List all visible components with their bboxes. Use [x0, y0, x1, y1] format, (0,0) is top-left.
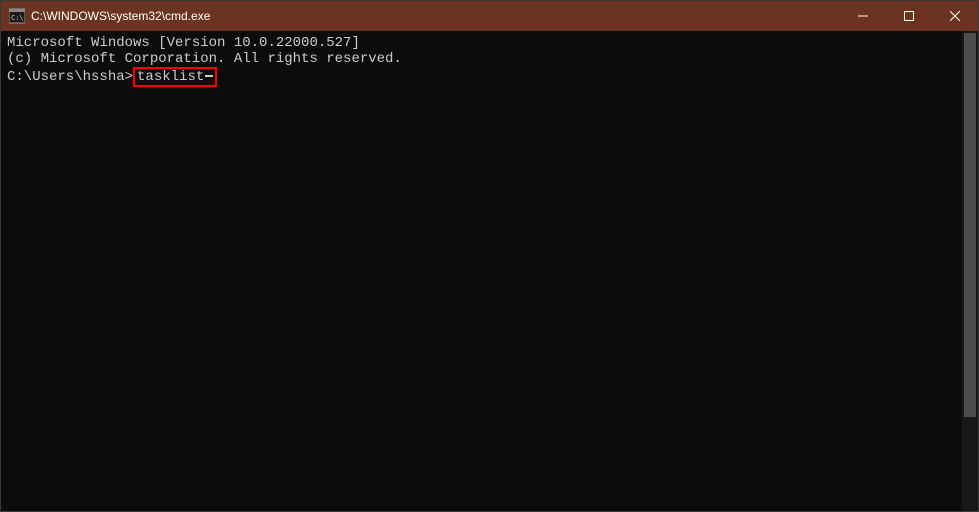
cursor — [205, 75, 213, 77]
cmd-window: C:\ C:\WINDOWS\system32\cmd.exe — [0, 0, 979, 512]
titlebar[interactable]: C:\ C:\WINDOWS\system32\cmd.exe — [1, 1, 978, 31]
window-title: C:\WINDOWS\system32\cmd.exe — [31, 9, 840, 23]
scrollbar[interactable] — [962, 31, 978, 511]
version-line: Microsoft Windows [Version 10.0.22000.52… — [7, 35, 972, 51]
cmd-icon: C:\ — [9, 8, 25, 24]
copyright-line: (c) Microsoft Corporation. All rights re… — [7, 51, 972, 67]
window-controls — [840, 1, 978, 31]
svg-text:C:\: C:\ — [11, 14, 24, 22]
scrollbar-thumb[interactable] — [964, 33, 976, 417]
minimize-button[interactable] — [840, 1, 886, 31]
prompt-line: C:\Users\hssha>tasklist — [7, 67, 972, 87]
maximize-button[interactable] — [886, 1, 932, 31]
command-text: tasklist — [137, 69, 204, 85]
close-button[interactable] — [932, 1, 978, 31]
terminal-output[interactable]: Microsoft Windows [Version 10.0.22000.52… — [1, 31, 978, 511]
command-highlight: tasklist — [133, 67, 217, 87]
prompt: C:\Users\hssha> — [7, 69, 133, 85]
